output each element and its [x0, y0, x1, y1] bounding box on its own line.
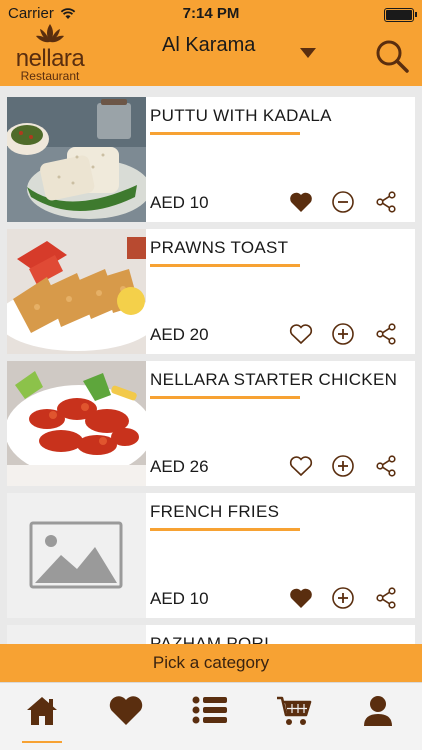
item-price: AED 10: [150, 193, 209, 212]
brand-logo: nellara Restaurant: [10, 22, 90, 83]
brand-subtitle: Restaurant: [20, 69, 80, 83]
remove-from-cart-button[interactable]: [330, 189, 356, 215]
share-icon: [376, 587, 396, 609]
heart-outline-icon: [289, 456, 313, 477]
tab-menu[interactable]: [188, 695, 232, 735]
heart-outline-icon: [289, 324, 313, 345]
favorite-button[interactable]: [288, 321, 314, 347]
search-button[interactable]: [374, 38, 410, 74]
tab-cart[interactable]: [272, 695, 316, 735]
bottom-tab-bar: [0, 682, 422, 750]
share-button[interactable]: [373, 453, 399, 479]
tab-home[interactable]: [20, 695, 64, 743]
home-icon: [27, 697, 57, 725]
menu-item-list[interactable]: PUTTU WITH KADALA AED 10 PRAWNS TOAST AE…: [0, 86, 422, 644]
share-icon: [376, 191, 396, 213]
tab-favorites[interactable]: [104, 695, 148, 735]
location-label: Al Karama: [162, 34, 256, 56]
item-name[interactable]: NELLARA STARTER CHICKEN: [150, 370, 405, 390]
plus-circle-icon: [332, 323, 354, 345]
menu-item-card[interactable]: PAZHAM PORI: [7, 625, 415, 644]
dropdown-caret-icon: [300, 48, 316, 58]
menu-item-card[interactable]: FRENCH FRIES AED 10: [7, 493, 415, 618]
placeholder-image-icon: [7, 493, 146, 618]
item-name[interactable]: PUTTU WITH KADALA: [150, 106, 405, 126]
list-icon: [192, 696, 227, 724]
app-header: Carrier 7:14 PM nellara Restaurant Al Ka…: [0, 0, 422, 86]
title-underline: [150, 264, 300, 267]
add-to-cart-button[interactable]: [330, 453, 356, 479]
favorite-button[interactable]: [288, 453, 314, 479]
plus-circle-icon: [332, 587, 354, 609]
placeholder-image-icon: [7, 625, 146, 644]
heart-filled-icon: [290, 192, 312, 212]
search-icon: [376, 40, 409, 73]
food-image: [7, 361, 146, 486]
cart-icon: [277, 696, 312, 725]
plus-circle-icon: [332, 455, 354, 477]
pick-category-label: Pick a category: [152, 653, 270, 672]
share-button[interactable]: [373, 189, 399, 215]
favorite-button[interactable]: [288, 189, 314, 215]
lotus-icon: [36, 24, 64, 43]
minus-circle-icon: [332, 191, 354, 213]
tab-profile[interactable]: [356, 695, 400, 735]
status-time: 7:14 PM: [182, 5, 240, 22]
food-image: [7, 97, 146, 222]
battery-icon: [384, 8, 417, 22]
location-selector[interactable]: Al Karama: [148, 34, 328, 64]
item-name[interactable]: PAZHAM PORI: [150, 634, 405, 644]
share-button[interactable]: [373, 585, 399, 611]
item-price: AED 26: [150, 457, 209, 476]
heart-icon: [109, 696, 143, 725]
add-to-cart-button[interactable]: [330, 321, 356, 347]
favorite-button[interactable]: [288, 585, 314, 611]
title-underline: [150, 396, 300, 399]
brand-name: nellara: [15, 45, 85, 72]
title-underline: [150, 132, 300, 135]
menu-item-card[interactable]: PRAWNS TOAST AED 20: [7, 229, 415, 354]
heart-filled-icon: [290, 588, 312, 608]
active-tab-indicator: [22, 741, 62, 743]
title-underline: [150, 528, 300, 531]
menu-item-card[interactable]: PUTTU WITH KADALA AED 10: [7, 97, 415, 222]
item-price: AED 20: [150, 325, 209, 344]
menu-item-card[interactable]: NELLARA STARTER CHICKEN AED 26: [7, 361, 415, 486]
add-to-cart-button[interactable]: [330, 585, 356, 611]
share-icon: [376, 323, 396, 345]
share-button[interactable]: [373, 321, 399, 347]
share-icon: [376, 455, 396, 477]
item-price: AED 10: [150, 589, 209, 608]
user-icon: [364, 696, 392, 726]
item-name[interactable]: PRAWNS TOAST: [150, 238, 405, 258]
pick-category-button[interactable]: Pick a category: [0, 644, 422, 682]
item-name[interactable]: FRENCH FRIES: [150, 502, 405, 522]
food-image: [7, 229, 146, 354]
